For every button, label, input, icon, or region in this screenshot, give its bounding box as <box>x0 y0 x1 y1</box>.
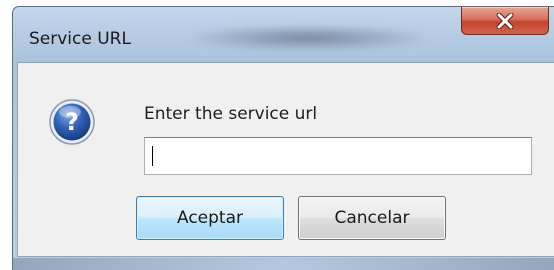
svg-text:?: ? <box>65 108 79 136</box>
dialog-body: ? Enter the service url Aceptar Cancelar <box>17 62 554 257</box>
dialog-window: Service URL ? Enter the service url Acep… <box>12 6 554 270</box>
service-url-input[interactable] <box>144 137 532 175</box>
accept-button[interactable]: Aceptar <box>136 196 284 240</box>
prompt-label: Enter the service url <box>144 104 318 124</box>
window-title: Service URL <box>29 29 131 49</box>
title-bar[interactable]: Service URL <box>13 7 554 62</box>
cancel-button[interactable]: Cancelar <box>298 196 446 240</box>
question-icon: ? <box>48 98 96 146</box>
text-caret <box>152 146 153 166</box>
close-icon <box>462 7 548 34</box>
close-button[interactable] <box>461 7 549 35</box>
